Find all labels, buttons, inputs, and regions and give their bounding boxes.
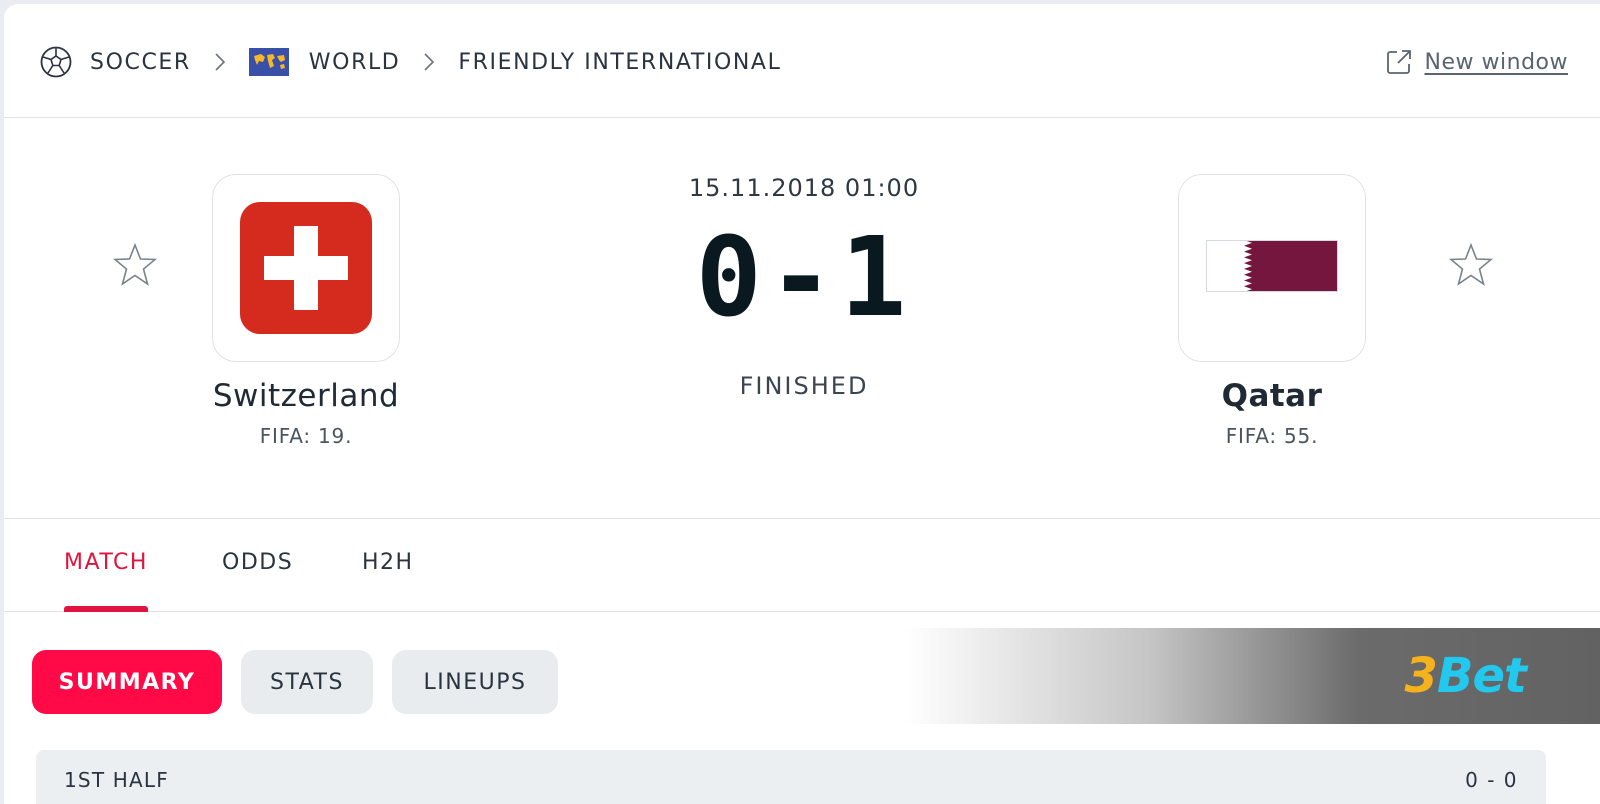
breadcrumb-competition-link[interactable]: FRIENDLY INTERNATIONAL — [458, 50, 781, 75]
home-team-name[interactable]: Switzerland — [156, 378, 456, 414]
match-center: 15.11.2018 01:00 0-1 FINISHED — [604, 174, 1004, 400]
new-window-link[interactable]: New window — [1425, 50, 1568, 75]
tab-odds[interactable]: ODDS — [222, 550, 293, 612]
tab-match[interactable]: MATCH — [64, 550, 148, 612]
match-datetime: 15.11.2018 01:00 — [688, 174, 920, 202]
home-team-rank: FIFA: 19. — [259, 424, 353, 448]
match-status: FINISHED — [739, 372, 869, 400]
match-page: SOCCER WORLD FRIENDLY INTERNATIONAL New … — [4, 4, 1600, 804]
match-tabs: MATCH ODDS H2H — [4, 520, 1600, 612]
home-team-logo[interactable] — [212, 174, 400, 362]
world-flag-icon — [248, 48, 289, 76]
favorite-star-icon[interactable] — [1448, 242, 1494, 288]
external-link-icon — [1385, 48, 1413, 76]
away-team-rank: FIFA: 55. — [1225, 424, 1319, 448]
soccer-ball-icon — [40, 46, 72, 78]
3bet-logo: 3Bet — [1404, 648, 1528, 704]
period-score: 0 - 0 — [1465, 768, 1518, 792]
chevron-right-icon — [213, 51, 227, 73]
away-team-name[interactable]: Qatar — [1122, 378, 1422, 414]
favorite-star-icon[interactable] — [112, 242, 158, 288]
match-header: Switzerland FIFA: 19. 15.11.2018 01:00 0… — [4, 119, 1600, 519]
subtab-summary[interactable]: SUMMARY — [32, 650, 222, 714]
breadcrumb: SOCCER WORLD FRIENDLY INTERNATIONAL — [40, 44, 781, 80]
period-header-row: 1ST HALF 0 - 0 — [36, 750, 1546, 804]
switzerland-flag-icon — [240, 202, 372, 334]
breadcrumb-sport-link[interactable]: SOCCER — [90, 50, 191, 75]
subtab-stats[interactable]: STATS — [241, 650, 373, 714]
breadcrumb-bar: SOCCER WORLD FRIENDLY INTERNATIONAL New … — [4, 4, 1600, 118]
tab-h2h[interactable]: H2H — [362, 550, 414, 612]
new-window-control[interactable]: New window — [1385, 44, 1568, 80]
match-score: 0-1 — [695, 213, 913, 341]
away-team[interactable]: Qatar FIFA: 55. — [1122, 174, 1422, 448]
qatar-flag-icon — [1206, 240, 1338, 292]
ad-banner[interactable]: 3Bet — [904, 628, 1600, 724]
home-team[interactable]: Switzerland FIFA: 19. — [156, 174, 456, 448]
subtab-lineups[interactable]: LINEUPS — [392, 650, 558, 714]
away-team-logo[interactable] — [1178, 174, 1366, 362]
period-label: 1ST HALF — [64, 768, 169, 792]
breadcrumb-region-link[interactable]: WORLD — [309, 50, 401, 75]
chevron-right-icon — [422, 51, 436, 73]
